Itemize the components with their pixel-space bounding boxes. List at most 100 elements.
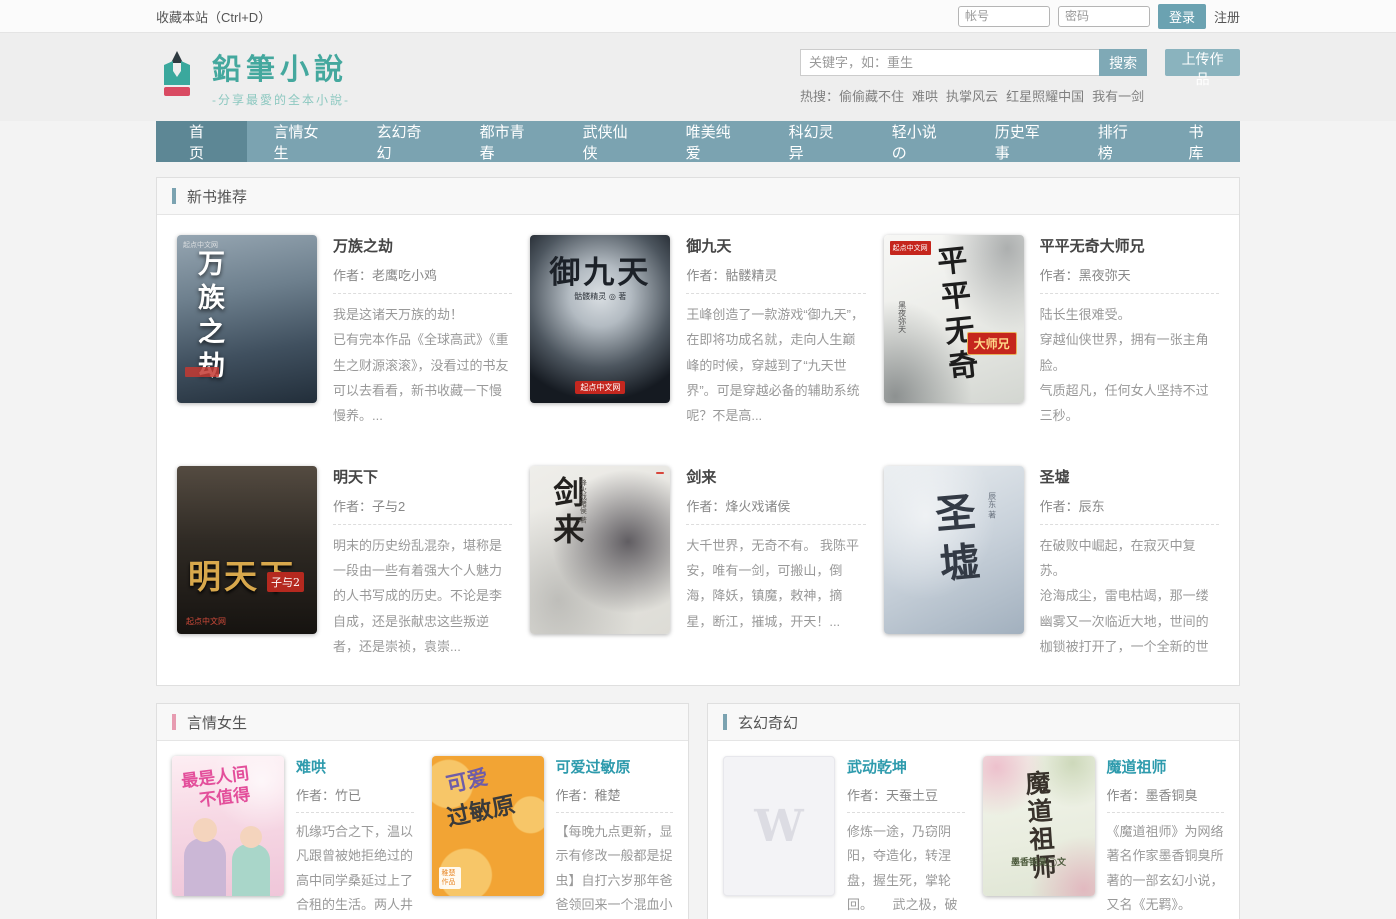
romance-panel: 言情女生 最是人间 不值得 难哄 作者：竹已 机缘巧合之下，温以凡跟曾被她拒绝过… [156,703,689,919]
search-zone: 搜索 上传作品 热搜：偷偷藏不住难哄执掌风云红星照耀中国我有一剑 [800,49,1240,105]
book-cover[interactable]: 起点中文网 万族之劫 [177,235,317,403]
cover-site-logo [656,472,664,474]
nav-item-scifi[interactable]: 科幻灵异 [762,121,865,162]
cover-author-seal: 黑夜弥天 [897,301,908,333]
cover-art-title: 御九天 [530,247,670,292]
book-card: 御九天 骷髅精灵 ◎ 著 起点中文网 御九天 作者：骷髅精灵 王峰创造了一款游戏… [530,235,865,429]
book-title[interactable]: 难哄 [296,756,414,777]
main-content: 新书推荐 起点中文网 万族之劫 万族之劫 作者：老鹰吃小鸡 我是这诸天万族的劫！… [156,162,1240,919]
top-bar: 收藏本站（Ctrl+D） 登录 注册 [0,0,1396,33]
book-info: 武动乾坤 作者：天蚕土豆 修炼一途，乃窃阴阳，夺造化，转涅盘，握生死，掌轮回。 … [847,756,965,916]
hot-search-link[interactable]: 偷偷藏不住 [839,89,904,104]
book-title[interactable]: 万族之劫 [333,235,512,256]
section-title: 玄幻奇幻 [738,712,798,733]
book-cover[interactable]: 可爱 过敏原 稚楚作品 [432,756,544,896]
book-description: 我是这诸天万族的劫！ 已有完本作品《全球高武》《重生之财源滚滚》，没看过的书友可… [333,302,512,429]
logo-title: 鉛筆小說 [212,46,350,88]
book-info: 明天下 作者：子与2 明末的历史纷乱混杂，堪称是一段由一些有着强大个人魅力的人书… [333,466,512,660]
login-area: 登录 注册 [958,4,1240,29]
book-info: 难哄 作者：竹已 机缘巧合之下，温以凡跟曾被她拒绝过的高中同学桑延过上了合租的生… [296,756,414,916]
book-cover[interactable]: 剑来 烽火戏诸侯 著 [530,466,670,634]
site-header: 鉛筆小說 -分享最愛的全本小說- 搜索 上传作品 热搜：偷偷藏不住难哄执掌风云红… [0,33,1396,121]
book-author: 作者：竹已 [296,785,414,813]
logo-text: 鉛筆小說 -分享最愛的全本小說- [212,46,350,108]
nav-item-library[interactable]: 书库 [1162,121,1241,162]
login-button[interactable]: 登录 [1158,4,1206,29]
book-description: 明末的历史纷乱混杂，堪称是一段由一些有着强大个人魅力的人书写成的历史。不论是李自… [333,533,512,660]
romance-header: 言情女生 [157,704,688,741]
book-info: 御九天 作者：骷髅精灵 王峰创造了一款游戏“御九天”，在即将功成名就，走向人生巅… [686,235,865,429]
book-title[interactable]: 魔道祖师 [1107,756,1225,777]
nav-item-urban[interactable]: 都市青春 [453,121,556,162]
book-cover[interactable]: W [723,756,835,896]
hot-search-link[interactable]: 我有一剑 [1092,89,1144,104]
book-info: 魔道祖师 作者：墨香铜臭 《魔道祖师》为网络著名作家墨香铜臭所著的一部玄幻小说，… [1107,756,1225,916]
new-books-header: 新书推荐 [157,178,1239,215]
cover-figure [184,838,226,896]
nav-item-fantasy[interactable]: 玄幻奇幻 [350,121,453,162]
book-title[interactable]: 御九天 [686,235,865,256]
password-input[interactable] [1058,6,1150,27]
hot-search-label: 热搜： [800,89,839,104]
book-title[interactable]: 可爱过敏原 [556,756,674,777]
book-title[interactable]: 圣墟 [1040,466,1219,487]
book-author: 作者：烽火戏诸侯 [686,496,865,525]
hot-search-link[interactable]: 难哄 [912,89,938,104]
section-bar [172,714,176,730]
cover-author-seal: 辰东 著 [987,492,998,519]
nav-item-light-novel[interactable]: 轻小说の [865,121,968,162]
account-input[interactable] [958,6,1050,27]
new-books-grid: 起点中文网 万族之劫 万族之劫 作者：老鹰吃小鸡 我是这诸天万族的劫！ 已有完本… [157,215,1239,685]
book-author: 作者：黑夜弥天 [1040,265,1219,294]
search-input[interactable] [800,49,1099,76]
cover-byline: 烽火戏诸侯 著 [578,479,588,523]
cover-site-logo: 起点中文网 [186,616,226,627]
nav-item-home[interactable]: 首页 [156,121,247,162]
book-info: 可爱过敏原 作者：稚楚 【每晚九点更新，显示有修改一般都是捉虫】自打六岁那年爸爸… [556,756,674,916]
book-card: 剑来 烽火戏诸侯 著 剑来 作者：烽火戏诸侯 大千世界，无奇不有。 我陈平安，唯… [530,466,865,660]
book-cover[interactable]: 起点中文网 平平无奇 黑夜弥天 大师兄 [884,235,1024,403]
register-link[interactable]: 注册 [1214,7,1240,26]
nav-item-history[interactable]: 历史军事 [968,121,1071,162]
hot-search-link[interactable]: 红星照耀中国 [1006,89,1084,104]
cover-byline: 墨香铜臭◯文 [983,855,1095,868]
fantasy-panel: 玄幻奇幻 W 武动乾坤 作者：天蚕土豆 修炼一途，乃窃阴阳，夺造化，转涅盘，握生… [707,703,1240,919]
book-card: 起点中文网 万族之劫 万族之劫 作者：老鹰吃小鸡 我是这诸天万族的劫！ 已有完本… [177,235,512,429]
nav-item-pure-love[interactable]: 唯美纯爱 [659,121,762,162]
cover-art-title: 不值得 [198,780,252,811]
book-title[interactable]: 明天下 [333,466,512,487]
book-author: 作者：天蚕土豆 [847,785,965,813]
book-cover[interactable]: 圣墟 辰东 著 [884,466,1024,634]
book-description: 大千世界，无奇不有。 我陈平安，唯有一剑，可搬山，倒海，降妖，镇魔，敕神，摘星，… [686,533,865,634]
upload-work-button[interactable]: 上传作品 [1165,49,1240,76]
search-button[interactable]: 搜索 [1099,49,1147,76]
book-cover[interactable]: 明天下 子与2 起点中文网 [177,466,317,634]
hot-search-row: 热搜：偷偷藏不住难哄执掌风云红星照耀中国我有一剑 [800,86,1240,105]
section-title: 言情女生 [187,712,247,733]
nav-item-ranking[interactable]: 排行榜 [1071,121,1162,162]
section-bar [723,714,727,730]
cover-badge: 稚楚作品 [439,867,461,889]
fantasy-header: 玄幻奇幻 [708,704,1239,741]
book-author: 作者：墨香铜臭 [1107,785,1225,813]
nav-item-wuxia[interactable]: 武侠仙侠 [556,121,659,162]
nav-item-romance[interactable]: 言情女生 [247,121,350,162]
hot-search-link[interactable]: 执掌风云 [946,89,998,104]
featured-book-card: 魔道祖师 墨香铜臭◯文 魔道祖师 作者：墨香铜臭 《魔道祖师》为网络著名作家墨香… [983,756,1225,916]
book-description: 《魔道祖师》为网络著名作家墨香铜臭所著的一部玄幻小说，又名《无羁》。 [1107,820,1225,916]
book-cover[interactable]: 最是人间 不值得 [172,756,284,896]
main-nav: 首页 言情女生 玄幻奇幻 都市青春 武侠仙侠 唯美纯爱 科幻灵异 轻小说の 历史… [0,121,1396,162]
book-title[interactable]: 剑来 [686,466,865,487]
book-title[interactable]: 平平无奇大师兄 [1040,235,1219,256]
cover-badge [185,367,219,377]
book-description: 修炼一途，乃窃阴阳，夺造化，转涅盘，握生死，掌轮回。 武之极，破 [847,820,965,916]
book-title[interactable]: 武动乾坤 [847,756,965,777]
book-cover[interactable]: 御九天 骷髅精灵 ◎ 著 起点中文网 [530,235,670,403]
site-logo[interactable]: 鉛筆小說 -分享最愛的全本小說- [156,46,350,108]
book-info: 圣墟 作者：辰东 在破败中崛起，在寂灭中复苏。 沧海成尘，雷电枯竭，那一缕幽雾又… [1040,466,1219,660]
book-info: 剑来 作者：烽火戏诸侯 大千世界，无奇不有。 我陈平安，唯有一剑，可搬山，倒海，… [686,466,865,660]
cover-art-title: 平平无奇 [924,243,982,387]
section-title: 新书推荐 [187,186,247,207]
book-card: 起点中文网 平平无奇 黑夜弥天 大师兄 平平无奇大师兄 作者：黑夜弥天 陆长生很… [884,235,1219,429]
book-cover[interactable]: 魔道祖师 墨香铜臭◯文 [983,756,1095,896]
